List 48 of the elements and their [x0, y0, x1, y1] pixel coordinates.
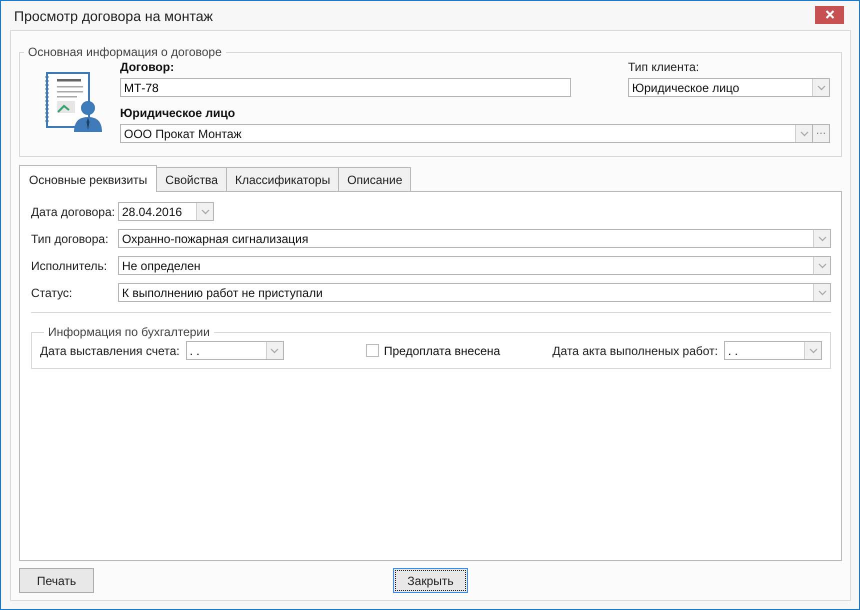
document-person-icon — [44, 70, 104, 132]
group-title: Информация по бухгалтерии — [47, 325, 211, 339]
field-label: Дата акта выполненых работ: — [552, 344, 718, 358]
button[interactable]: Печать — [19, 568, 94, 593]
window-title: Просмотр договора на монтаж — [14, 8, 213, 24]
field-label: Юридическое лицо — [120, 106, 236, 122]
field-label: Договор: — [120, 60, 176, 76]
combo-box[interactable]: Юридическое лицо — [628, 78, 830, 97]
dropdown-button[interactable] — [813, 230, 830, 247]
chevron-icon — [270, 348, 280, 354]
text-field[interactable]: МТ-78 — [120, 78, 571, 97]
close-icon — [824, 10, 834, 19]
tab[interactable]: Классификаторы — [226, 167, 340, 191]
tab[interactable]: Описание — [338, 167, 412, 191]
chevron-icon — [800, 130, 808, 136]
combo-box[interactable]: 28.04.2016 — [118, 202, 214, 221]
chevron-icon — [816, 84, 826, 90]
dropdown-button[interactable] — [812, 79, 829, 96]
combo-box[interactable]: . . — [724, 341, 822, 360]
combo-box[interactable]: ООО Прокат Монтаж — [120, 124, 813, 143]
dropdown-button[interactable] — [813, 284, 830, 301]
combo-box[interactable]: Не определен — [118, 256, 831, 275]
close-button[interactable] — [815, 6, 844, 24]
field-label: Дата договора: — [31, 204, 116, 218]
dropdown-button[interactable] — [266, 342, 283, 359]
dropdown-button[interactable] — [196, 203, 213, 220]
chevron-icon — [818, 236, 826, 242]
button[interactable]: Закрыть — [393, 568, 468, 593]
tab[interactable]: Свойства — [156, 167, 227, 191]
checkbox[interactable]: Предоплата внесена — [366, 344, 500, 358]
group-title: Основная информация о договоре — [27, 45, 223, 59]
chevron-icon — [818, 262, 826, 268]
combo-box[interactable]: К выполнению работ не приступали — [118, 283, 831, 302]
chevron-icon — [808, 348, 818, 354]
dropdown-button[interactable] — [795, 125, 812, 142]
dropdown-button[interactable] — [813, 257, 830, 274]
field-label: Дата выставления счета: — [40, 344, 180, 358]
dropdown-button[interactable] — [804, 342, 821, 359]
chevron-icon — [200, 208, 210, 214]
combo-box[interactable]: Охранно-пожарная сигнализация — [118, 229, 831, 248]
field-label: Исполнитель: — [31, 258, 108, 272]
browse-button[interactable]: ··· — [813, 124, 830, 143]
combo-box[interactable]: . . — [186, 341, 284, 360]
field-label: Статус: — [31, 286, 74, 300]
chevron-icon — [818, 290, 826, 296]
field-label: Тип договора: — [31, 232, 110, 246]
tab[interactable]: Основные реквизиты — [19, 165, 158, 192]
field-label: Тип клиента: — [628, 60, 700, 76]
